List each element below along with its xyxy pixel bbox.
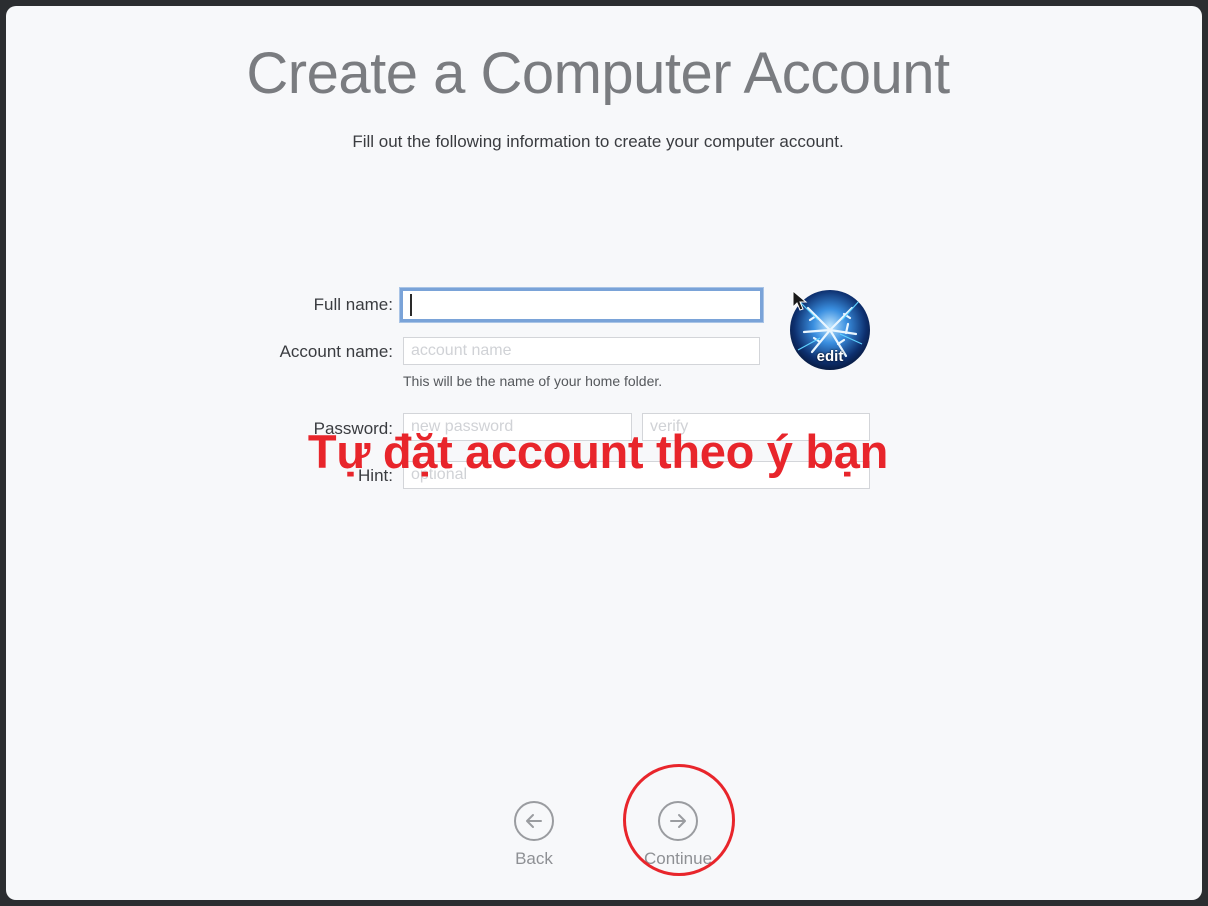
- back-arrow-icon: [514, 801, 554, 841]
- account-name-label: Account name:: [279, 342, 393, 361]
- avatar-edit-label[interactable]: edit: [790, 348, 870, 365]
- text-caret: [410, 294, 412, 316]
- back-button[interactable]: Back: [489, 799, 579, 869]
- full-name-field[interactable]: [400, 288, 763, 322]
- back-label: Back: [515, 849, 553, 868]
- full-name-label: Full name:: [313, 295, 393, 314]
- account-name-helper: This will be the name of your home folde…: [403, 373, 663, 389]
- mouse-pointer-icon: [792, 290, 808, 311]
- account-name-field[interactable]: [403, 337, 760, 365]
- annotation-highlight-circle: [623, 764, 735, 876]
- page-subtitle: Fill out the following information to cr…: [352, 132, 844, 151]
- annotation-overlay-text: Tự đặt account theo ý bạn: [307, 425, 889, 478]
- page-title: Create a Computer Account: [246, 41, 950, 106]
